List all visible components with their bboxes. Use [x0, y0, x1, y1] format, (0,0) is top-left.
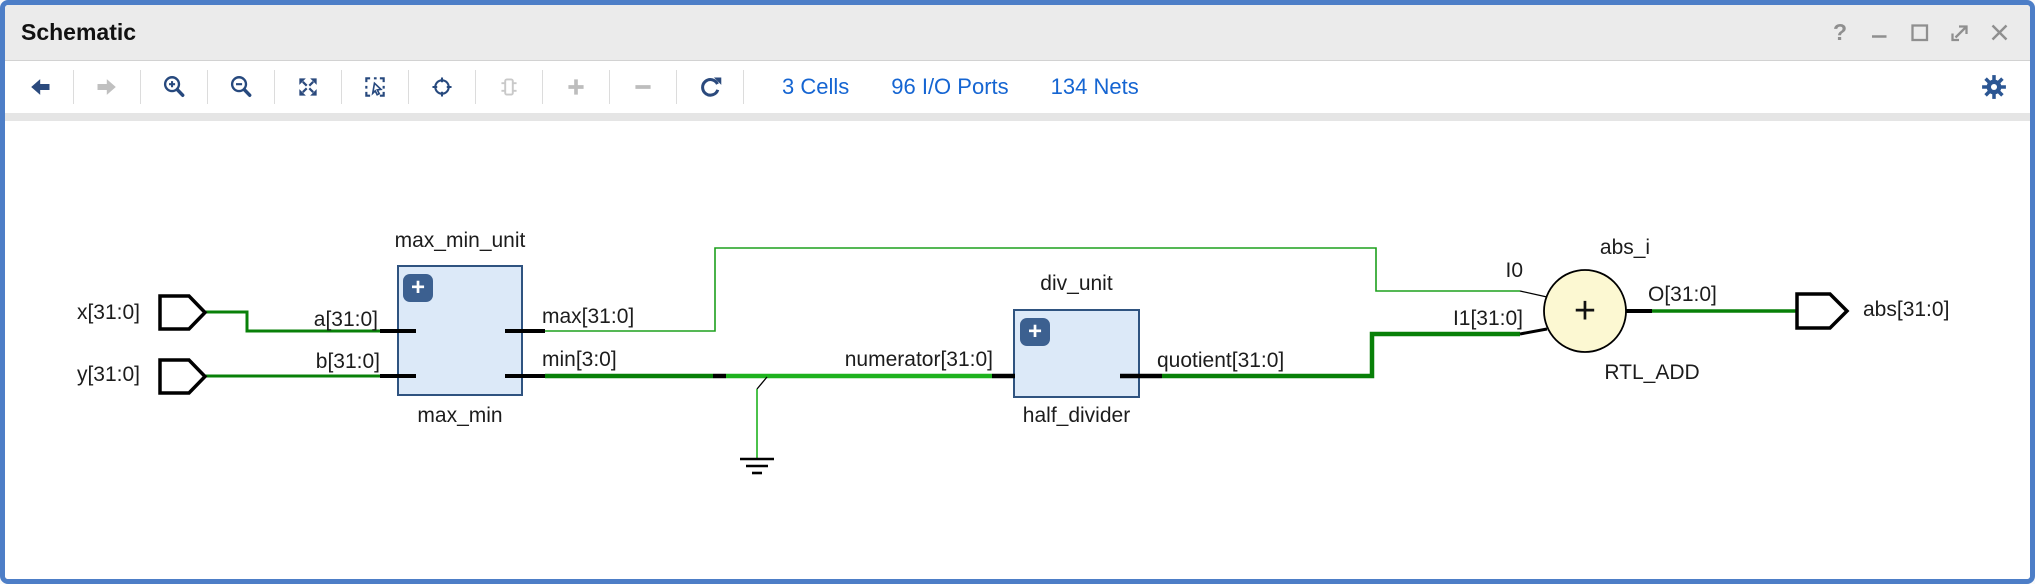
forward-button[interactable] — [84, 66, 130, 108]
input-port-symbol-y[interactable] — [160, 360, 205, 393]
cell-module-label: half_divider — [1001, 404, 1152, 428]
pin-label-b: b[31:0] — [275, 350, 380, 374]
cell-abs-i[interactable]: + — [1544, 270, 1626, 352]
toolbar-separator — [140, 70, 141, 104]
pin-label-o: O[31:0] — [1648, 283, 1717, 307]
pin-label-i1: I1[31:0] — [1425, 307, 1523, 331]
pin-label-min: min[3:0] — [542, 348, 617, 372]
schematic-canvas[interactable]: + + + x[31:0] y[31:0] max_min_unit a[31:… — [5, 121, 2030, 580]
back-button[interactable] — [17, 66, 63, 108]
cell-module-label: RTL_ADD — [1582, 361, 1722, 385]
pin-label-max: max[31:0] — [542, 305, 634, 329]
expand-cone-button[interactable] — [486, 66, 532, 108]
maximize-icon[interactable] — [1906, 19, 1934, 47]
float-icon[interactable] — [1946, 19, 1974, 47]
add-operator: + — [1574, 290, 1596, 332]
toolbar-separator — [542, 70, 543, 104]
toolbar-separator — [609, 70, 610, 104]
port-label-abs: abs[31:0] — [1863, 298, 1949, 322]
add-button[interactable] — [553, 66, 599, 108]
gear-icon — [1980, 73, 2008, 101]
ground-symbol[interactable] — [740, 377, 774, 473]
zoom-fit-button[interactable] — [285, 66, 331, 108]
port-label-y: y[31:0] — [33, 363, 140, 387]
toolbar-separator — [676, 70, 677, 104]
toolbar-separator — [341, 70, 342, 104]
close-icon[interactable] — [1986, 19, 2014, 47]
toolbar-divider — [5, 113, 2030, 121]
toolbar-separator — [408, 70, 409, 104]
toolbar-separator — [743, 70, 744, 104]
pin-label-numerator: numerator[31:0] — [793, 348, 993, 372]
autofit-selection-button[interactable] — [419, 66, 465, 108]
zoom-out-button[interactable] — [218, 66, 264, 108]
toolbar: 3 Cells 96 I/O Ports 134 Nets — [5, 61, 2030, 113]
io-ports-count-link[interactable]: 96 I/O Ports — [891, 74, 1008, 100]
zoom-in-button[interactable] — [151, 66, 197, 108]
regenerate-button[interactable] — [687, 66, 733, 108]
output-port-symbol-abs[interactable] — [1797, 294, 1847, 328]
cell-module-label: max_min — [397, 404, 523, 428]
expand-button-max-min-unit[interactable]: + — [403, 274, 433, 302]
nets-count-link[interactable]: 134 Nets — [1051, 74, 1139, 100]
toolbar-separator — [475, 70, 476, 104]
input-port-symbol-x[interactable] — [160, 296, 205, 329]
port-label-x: x[31:0] — [33, 301, 140, 325]
pin-label-i0: I0 — [1443, 259, 1523, 283]
pin-label-a: a[31:0] — [273, 308, 378, 332]
window-controls: ? — [1826, 19, 2014, 47]
help-icon[interactable]: ? — [1826, 19, 1854, 47]
cell-instance-label: abs_i — [1560, 236, 1690, 260]
window-title: Schematic — [21, 19, 136, 46]
expand-button-div-unit[interactable]: + — [1020, 318, 1050, 346]
remove-button[interactable] — [620, 66, 666, 108]
toolbar-separator — [207, 70, 208, 104]
toolbar-separator — [274, 70, 275, 104]
minimize-icon[interactable] — [1866, 19, 1894, 47]
cell-instance-label: max_min_unit — [390, 229, 530, 253]
title-bar: Schematic ? — [5, 5, 2030, 61]
pin-label-quotient: quotient[31:0] — [1157, 349, 1284, 373]
cell-instance-label: div_unit — [1013, 272, 1140, 296]
zoom-to-selection-button[interactable] — [352, 66, 398, 108]
schematic-window: Schematic ? — [0, 0, 2035, 584]
settings-button[interactable] — [1980, 73, 2008, 101]
cells-count-link[interactable]: 3 Cells — [782, 74, 849, 100]
toolbar-separator — [73, 70, 74, 104]
